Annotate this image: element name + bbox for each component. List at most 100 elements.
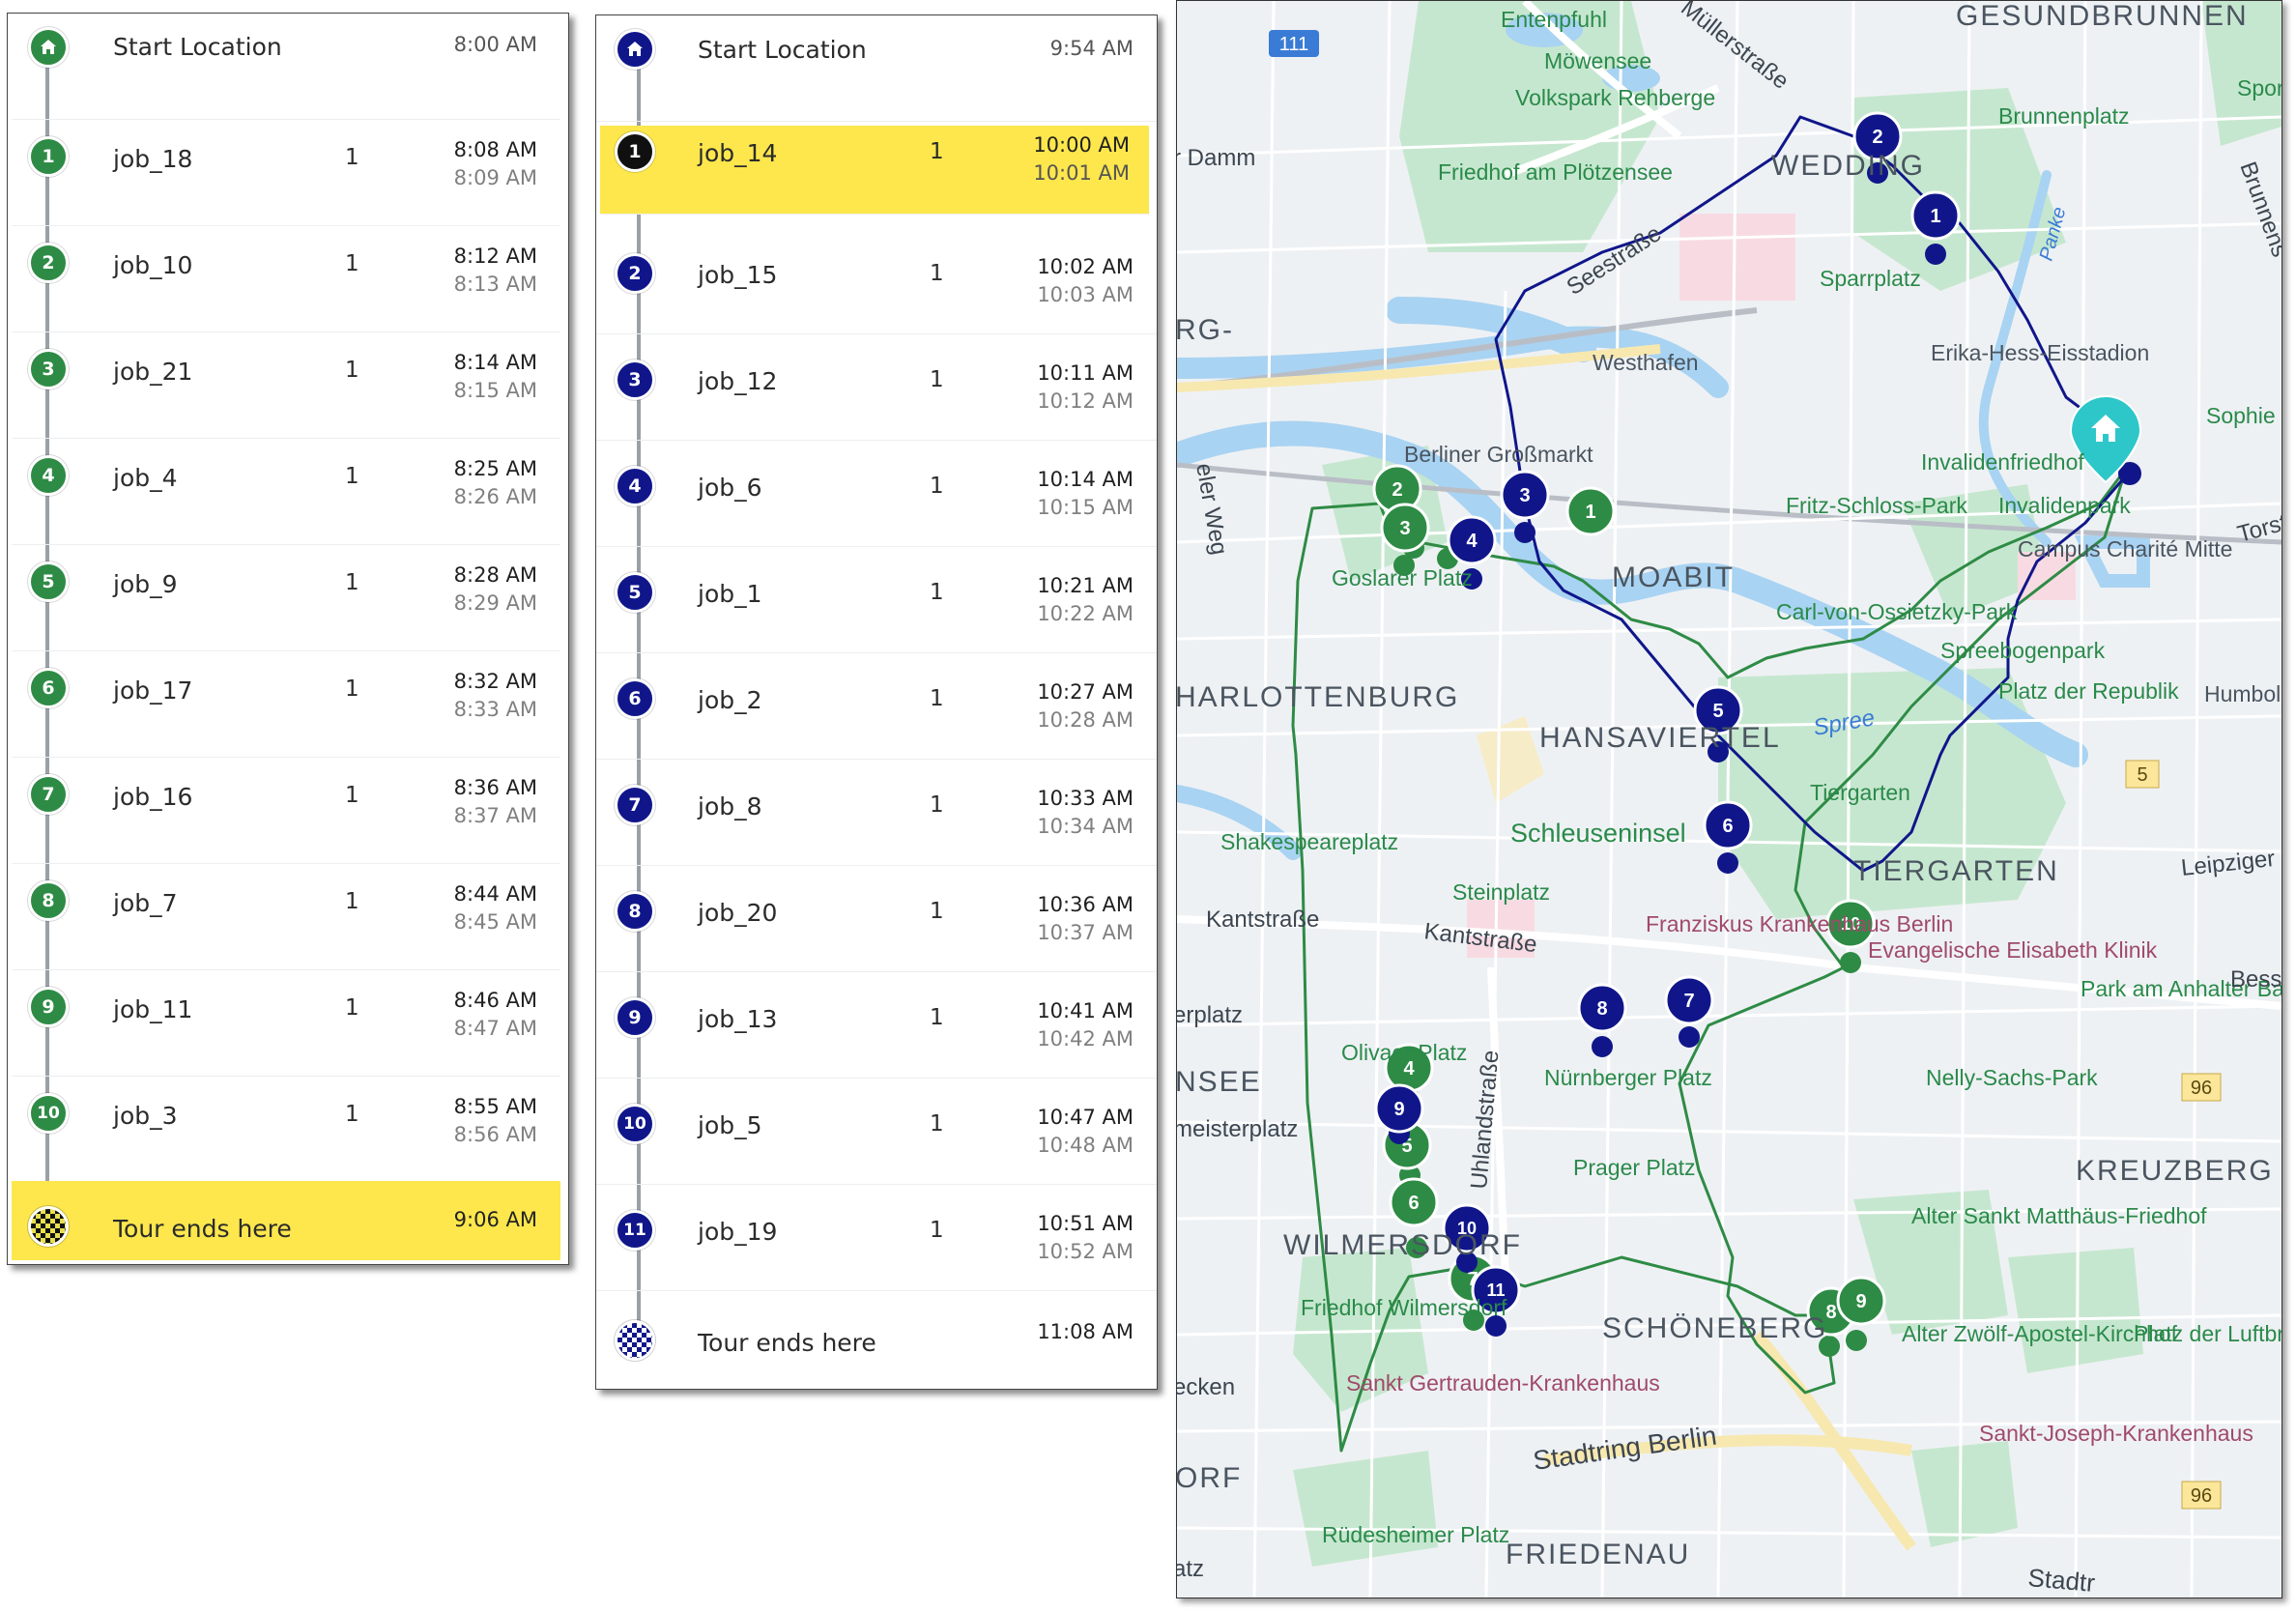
tour-a-stop-row[interactable]: 8 job_7 1 8:44 AM 8:45 AM	[12, 864, 560, 970]
district-label: TIERGARTEN	[1853, 855, 2059, 887]
stop-times: 10:00 AM 10:01 AM	[1033, 131, 1130, 187]
tour-a-stop-row[interactable]: 7 job_16 1 8:36 AM 8:37 AM	[12, 758, 560, 864]
tour-b-stop-row[interactable]: 3 job_12 1 10:11 AM 10:12 AM	[596, 334, 1157, 441]
district-label: ORF	[1177, 1462, 1242, 1494]
stop-job-label: job_5	[698, 1111, 762, 1139]
tour-b-stop-row[interactable]: 7 job_8 1 10:33 AM 10:34 AM	[596, 760, 1157, 866]
stop-quantity: 1	[930, 899, 944, 924]
home-icon	[615, 29, 655, 70]
stop-number-badge: 7	[615, 785, 655, 825]
arrival-time: 8:44 AM	[453, 882, 537, 906]
tour-a-stop-row[interactable]: 6 job_17 1 8:32 AM 8:33 AM	[12, 651, 560, 758]
stop-job-label: job_9	[113, 570, 178, 598]
place-label: Campus Charité Mitte	[2018, 536, 2232, 561]
place-label: Platz der Luftbrücke	[2134, 1321, 2282, 1346]
place-label: Sankt Gertrauden-Krankenhaus	[1346, 1370, 1660, 1396]
arrival-time: 8:36 AM	[453, 776, 537, 799]
departure-time: 10:01 AM	[1033, 161, 1130, 185]
stop-number-badge: 3	[615, 360, 655, 400]
stop-number-badge: 2	[28, 243, 69, 283]
place-label: Alter Sankt Matthäus-Friedhof	[1911, 1203, 2207, 1228]
tour-b-stop-row[interactable]: 5 job_1 1 10:21 AM 10:22 AM	[596, 547, 1157, 653]
arrival-time: 10:33 AM	[1037, 787, 1134, 810]
tour-b-stop-row[interactable]: 11 job_19 1 10:51 AM 10:52 AM	[596, 1185, 1157, 1291]
pin-label: 9	[1393, 1099, 1404, 1120]
stop-dot	[1846, 1330, 1867, 1351]
tour-b-stop-row[interactable]: 8 job_20 1 10:36 AM 10:37 AM	[596, 866, 1157, 972]
stop-quantity: 1	[345, 464, 359, 489]
tour-b-end-row[interactable]: Tour ends here 11:08 AM	[596, 1291, 1157, 1388]
tour-a-stop-row[interactable]: 5 job_9 1 8:28 AM 8:29 AM	[12, 545, 560, 651]
stop-job-label: job_17	[113, 676, 193, 705]
place-label: Shakespeareplatz	[1220, 829, 1398, 854]
place-label: Brunnenplatz	[1998, 103, 2130, 129]
stop-quantity: 1	[930, 686, 944, 711]
route-map[interactable]: 1 2 3 4 5 6 7 8 9 10 1 2 3 4 5 6 7 8 9 1…	[1176, 0, 2282, 1598]
pin-label: 4	[1466, 531, 1478, 552]
place-label: Friedhof Wilmersdorf	[1301, 1295, 1507, 1320]
tour-b-stop-row[interactable]: 10 job_5 1 10:47 AM 10:48 AM	[596, 1079, 1157, 1185]
pin-label: 2	[1872, 127, 1882, 148]
arrival-time: 8:28 AM	[453, 563, 537, 587]
tour-b-stop-row-selected[interactable]: 1 job_14 1 10:00 AM 10:01 AM	[600, 126, 1149, 215]
place-label: Sparrplatz	[1820, 266, 1921, 291]
stop-number-badge: 8	[615, 891, 655, 932]
tour-a-stop-row[interactable]: 4 job_4 1 8:25 AM 8:26 AM	[12, 439, 560, 545]
tour-a-stop-row[interactable]: 10 job_3 1 8:55 AM 8:56 AM	[12, 1077, 560, 1183]
pin-label: 1	[1585, 502, 1595, 523]
stop-quantity: 1	[930, 792, 944, 818]
pin-label: 3	[1399, 518, 1410, 539]
checkered-flag-icon	[615, 1320, 655, 1361]
street-label: Stadtr	[2026, 1563, 2096, 1598]
place-label: Berliner Großmarkt	[1404, 442, 1593, 467]
stop-quantity: 1	[345, 358, 359, 383]
stop-times: 8:32 AM 8:33 AM	[454, 668, 537, 724]
place-label: Sankt-Joseph-Krankenhaus	[1979, 1421, 2253, 1446]
stop-times: 8:14 AM 8:15 AM	[454, 349, 537, 405]
tour-b-stop-row[interactable]: 6 job_2 1 10:27 AM 10:28 AM	[596, 653, 1157, 760]
stop-number-badge: 4	[615, 466, 655, 506]
tour-a-start-label: Start Location	[113, 33, 282, 61]
tour-b-stop-row[interactable]: 4 job_6 1 10:14 AM 10:15 AM	[596, 441, 1157, 547]
tour-a-start-row[interactable]: Start Location 8:00 AM	[12, 14, 560, 120]
stop-quantity: 1	[930, 1218, 944, 1243]
stop-job-label: job_6	[698, 474, 762, 502]
departure-time: 10:34 AM	[1037, 815, 1134, 838]
tour-a-stop-row[interactable]: 3 job_21 1 8:14 AM 8:15 AM	[12, 332, 560, 439]
arrival-time: 10:27 AM	[1037, 680, 1134, 704]
stop-dot	[1925, 244, 1946, 265]
district-label: RG-	[1177, 314, 1234, 346]
place-label: Invalidenpark	[1998, 493, 2131, 518]
place-label: Fritz-Schloss-Park	[1786, 493, 1967, 518]
tour-a-stop-row[interactable]: 1 job_18 1 8:08 AM 8:09 AM	[12, 120, 560, 226]
tour-a-end-row[interactable]: Tour ends here 9:06 AM	[12, 1181, 560, 1260]
departure-time: 10:12 AM	[1037, 389, 1134, 413]
place-label: Rüdesheimer Platz	[1322, 1522, 1509, 1547]
street-label: Kantstraße	[1206, 907, 1319, 933]
stop-quantity: 1	[345, 783, 359, 808]
stop-times: 10:51 AM 10:52 AM	[1037, 1210, 1134, 1266]
district-label: MOABIT	[1612, 561, 1735, 593]
tour-a-stop-row[interactable]: 2 job_10 1 8:12 AM 8:13 AM	[12, 226, 560, 332]
stop-times: 8:36 AM 8:37 AM	[454, 774, 537, 830]
arrival-time: 10:41 AM	[1037, 999, 1134, 1022]
place-label: Entenpfuhl	[1501, 7, 1607, 32]
stop-dot	[1592, 1036, 1613, 1057]
pin-label: 9	[1855, 1291, 1866, 1312]
tour-a-stop-row[interactable]: 9 job_11 1 8:46 AM 8:47 AM	[12, 970, 560, 1077]
place-label: Sport Wed	[2237, 75, 2282, 101]
stop-number-badge: 3	[28, 349, 69, 389]
stop-times: 10:27 AM 10:28 AM	[1037, 678, 1134, 734]
stop-number-badge: 6	[615, 678, 655, 719]
stop-job-label: job_10	[113, 251, 193, 279]
stop-number-badge: 5	[28, 561, 69, 602]
tour-b-stop-row[interactable]: 9 job_13 1 10:41 AM 10:42 AM	[596, 972, 1157, 1079]
street-label: atz	[1177, 1556, 1204, 1582]
place-label: Tiergarten	[1810, 780, 1910, 805]
tour-b-start-row[interactable]: Start Location 9:54 AM	[596, 15, 1157, 122]
tour-b-start-time: 9:54 AM	[1049, 37, 1134, 60]
tour-b-stop-row[interactable]: 2 job_15 1 10:02 AM 10:03 AM	[596, 228, 1157, 334]
stop-number-badge: 10	[28, 1093, 69, 1134]
arrival-time: 10:14 AM	[1037, 468, 1134, 491]
district-label: KREUZBERG	[2076, 1155, 2274, 1187]
